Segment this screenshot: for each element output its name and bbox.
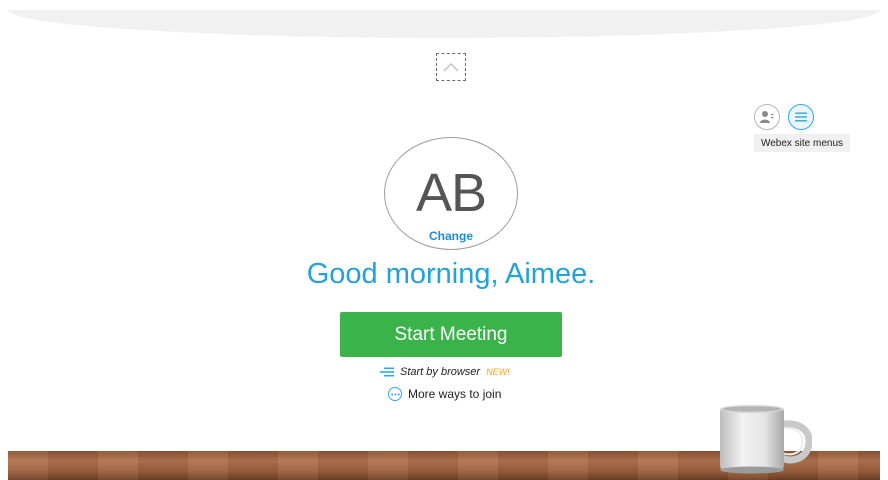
start-by-browser-link[interactable]: Start by browser NEW! — [380, 364, 510, 380]
hamburger-icon — [795, 112, 807, 122]
ellipsis-circle-icon — [388, 387, 402, 401]
new-badge: NEW! — [486, 367, 510, 377]
site-menus: Webex site menus — [754, 104, 850, 152]
avatar-initials: AB — [415, 163, 487, 223]
person-icon — [760, 111, 774, 123]
profile-button[interactable] — [754, 104, 780, 130]
coffee-mug-icon — [720, 405, 812, 474]
greeting: Good morning, Aimee. — [306, 258, 596, 290]
more-ways-to-join-link[interactable]: More ways to join — [388, 385, 501, 403]
collapse-button[interactable] — [436, 53, 466, 81]
menu-button[interactable] — [788, 104, 814, 130]
more-ways-label: More ways to join — [408, 387, 502, 401]
chevron-up-icon — [443, 62, 459, 72]
avatar[interactable]: AB Change — [384, 137, 518, 250]
start-meeting-button[interactable]: Start Meeting — [340, 312, 562, 357]
start-by-browser-label: Start by browser — [400, 366, 481, 378]
site-menus-tooltip: Webex site menus — [754, 134, 850, 152]
top-banner — [8, 10, 880, 38]
browser-lines-icon — [380, 367, 394, 377]
change-avatar-link[interactable]: Change — [385, 229, 517, 243]
